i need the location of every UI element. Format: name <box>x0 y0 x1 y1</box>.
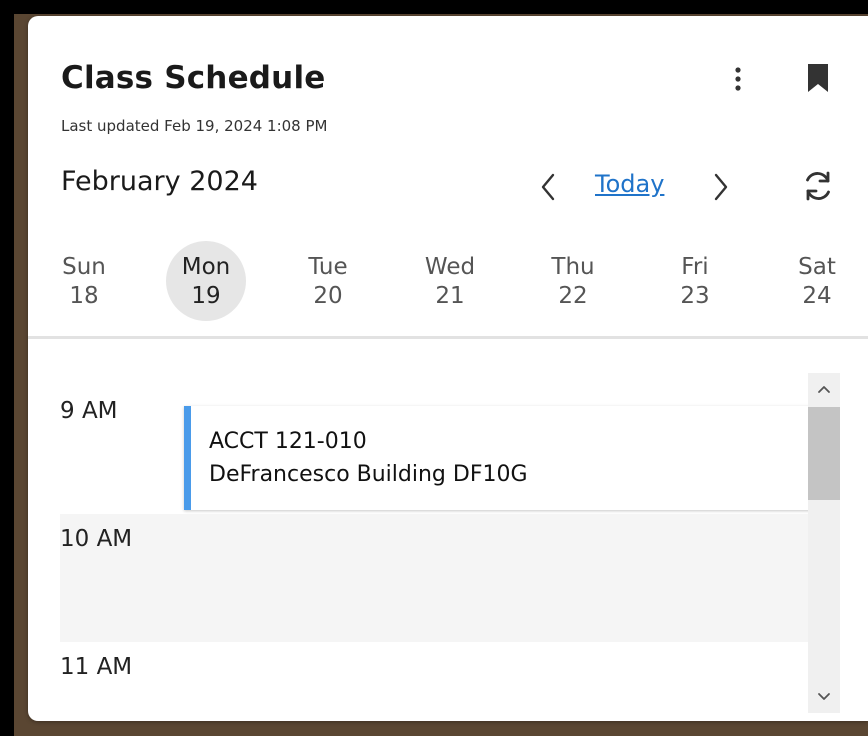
event-card[interactable]: ACCT 121-010 DeFrancesco Building DF10G <box>184 406 836 510</box>
day-name: Wed <box>424 254 476 280</box>
class-schedule-widget: Class Schedule Last updated Feb 19, 2024… <box>28 16 868 721</box>
time-label: 9 AM <box>60 398 118 424</box>
day-name: Tue <box>308 254 348 280</box>
day-name: Mon <box>181 254 231 280</box>
day-number: 23 <box>680 283 710 309</box>
widget-title: Class Schedule <box>61 60 326 96</box>
time-label: 11 AM <box>60 654 133 680</box>
day-mon-19[interactable]: Mon 19 <box>166 241 246 321</box>
day-name: Sun <box>62 254 106 280</box>
refresh-icon <box>806 171 830 201</box>
refresh-button[interactable] <box>798 166 838 206</box>
week-day-strip: Sun 18 Mon 19 Tue 20 Wed 21 Thu 22 Fri 2… <box>28 241 868 333</box>
current-month: February 2024 <box>61 166 258 197</box>
day-name: Thu <box>551 254 595 280</box>
scrollbar-thumb[interactable] <box>808 407 840 500</box>
scroll-up-button[interactable] <box>808 373 840 405</box>
time-slot-11am: 11 AM <box>60 642 808 721</box>
header-divider <box>28 336 868 339</box>
day-number: 18 <box>69 283 99 309</box>
schedule-timeline: 9 AM ACCT 121-010 DeFrancesco Building D… <box>28 356 868 721</box>
more-options-button[interactable] <box>722 62 754 96</box>
day-number: 24 <box>802 283 832 309</box>
day-tue-20[interactable]: Tue 20 <box>288 241 368 321</box>
time-slot-9am: 9 AM ACCT 121-010 DeFrancesco Building D… <box>60 386 836 514</box>
day-sun-18[interactable]: Sun 18 <box>44 241 124 321</box>
day-name: Fri <box>681 254 709 280</box>
day-number: 21 <box>435 283 465 309</box>
previous-week-button[interactable] <box>531 170 565 204</box>
chevron-down-icon <box>818 693 830 700</box>
day-thu-22[interactable]: Thu 22 <box>533 241 613 321</box>
schedule-scrollbar[interactable] <box>808 373 840 713</box>
day-number: 19 <box>191 283 221 309</box>
day-number: 22 <box>558 283 588 309</box>
event-course: ACCT 121-010 <box>209 429 367 454</box>
chevron-left-icon <box>541 173 555 201</box>
time-slot-10am: 10 AM <box>60 514 808 642</box>
bookmark-icon <box>808 64 828 92</box>
last-updated-text: Last updated Feb 19, 2024 1:08 PM <box>61 117 328 135</box>
next-week-button[interactable] <box>704 170 738 204</box>
today-link[interactable]: Today <box>595 170 664 198</box>
chevron-up-icon <box>818 386 830 393</box>
chevron-right-icon <box>714 173 728 201</box>
day-wed-21[interactable]: Wed 21 <box>410 241 490 321</box>
day-name: Sat <box>798 254 836 280</box>
more-vertical-icon <box>735 67 741 91</box>
day-sat-24[interactable]: Sat 24 <box>777 241 857 321</box>
time-label: 10 AM <box>60 526 133 552</box>
scroll-down-button[interactable] <box>808 681 840 713</box>
day-number: 20 <box>313 283 343 309</box>
day-fri-23[interactable]: Fri 23 <box>655 241 735 321</box>
event-location: DeFrancesco Building DF10G <box>209 462 528 487</box>
bookmark-button[interactable] <box>800 59 836 97</box>
